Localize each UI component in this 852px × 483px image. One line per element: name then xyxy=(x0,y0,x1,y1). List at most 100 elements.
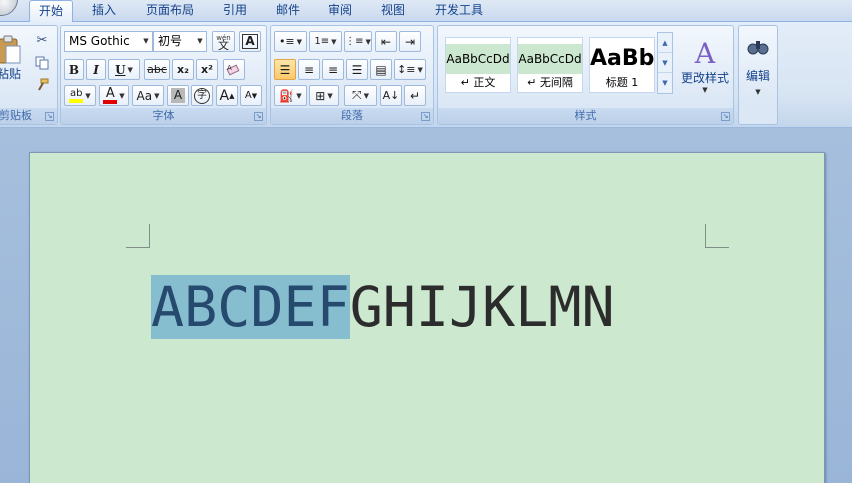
align-center-button[interactable]: ≡ xyxy=(298,59,320,80)
style-no-spacing-sample: AaBbCcDd xyxy=(518,44,582,74)
group-clipboard: 粘贴 ✂ 剪贴板 ↘ xyxy=(0,25,58,125)
chevron-down-icon: ▼ xyxy=(143,37,149,45)
underline-button[interactable]: U ▼ xyxy=(108,59,140,80)
superscript-icon: x² xyxy=(201,63,213,76)
text-highlight-button[interactable]: ab ▼ xyxy=(64,85,96,106)
tab-mailings[interactable]: 邮件 xyxy=(266,0,310,22)
character-shading-button[interactable]: A xyxy=(167,85,189,106)
shrink-arrow-icon: ▼ xyxy=(251,91,258,100)
italic-icon: I xyxy=(93,62,99,77)
bold-button[interactable]: B xyxy=(64,59,84,80)
editing-button[interactable]: 编辑 ▼ xyxy=(741,30,775,102)
strikethrough-button[interactable]: abc xyxy=(144,59,170,80)
tab-home[interactable]: 开始 xyxy=(29,0,73,23)
format-painter-icon xyxy=(38,78,49,90)
styles-dialog-launcher[interactable]: ↘ xyxy=(721,112,730,121)
gallery-down-button[interactable]: ▼ xyxy=(658,53,672,73)
style-no-spacing[interactable]: AaBbCcDd ↵ 无间隔 xyxy=(517,37,583,93)
font-name-combo[interactable]: MS Gothic ▼ xyxy=(64,31,153,52)
italic-button[interactable]: I xyxy=(86,59,106,80)
change-styles-button[interactable]: A 更改样式 ▼ xyxy=(678,30,732,102)
character-shading-icon: A xyxy=(170,88,186,103)
clear-formatting-button[interactable]: A xyxy=(223,59,245,80)
font-size-combo[interactable]: 初号 ▼ xyxy=(153,31,207,52)
copy-button[interactable] xyxy=(31,52,53,73)
tab-references[interactable]: 引用 xyxy=(213,0,257,22)
style-normal[interactable]: AaBbCcDd ↵ 正文 xyxy=(445,37,511,93)
style-no-spacing-name: ↵ 无间隔 xyxy=(527,76,573,89)
align-left-button[interactable]: ☰ xyxy=(274,59,296,80)
tab-view[interactable]: 视图 xyxy=(371,0,415,22)
highlight-color-swatch xyxy=(69,98,84,103)
grow-font-icon: A xyxy=(219,87,230,104)
paint-bucket-icon: ⛽ xyxy=(279,88,295,103)
document-page[interactable]: ABCDEFGHIJKLMN xyxy=(29,152,825,483)
decrease-indent-button[interactable]: ⇤ xyxy=(375,31,397,52)
paste-button[interactable]: 粘贴 xyxy=(0,30,23,86)
binoculars-icon xyxy=(747,40,769,54)
grow-font-button[interactable]: A ▲ xyxy=(216,85,238,106)
multilevel-list-button[interactable]: ⋮≡ ▼ xyxy=(344,31,372,52)
enclose-characters-icon: 字 xyxy=(194,87,210,104)
office-button[interactable] xyxy=(0,0,18,16)
gallery-up-button[interactable]: ▲ xyxy=(658,33,672,53)
increase-indent-icon: ⇥ xyxy=(404,34,416,49)
style-heading-1-sample: AaBb xyxy=(590,44,654,74)
clipboard-dialog-launcher[interactable]: ↘ xyxy=(45,112,54,121)
selected-text[interactable]: ABCDEF xyxy=(151,275,350,339)
font-dialog-launcher[interactable]: ↘ xyxy=(254,112,263,121)
align-right-icon: ≡ xyxy=(327,62,339,77)
chevron-down-icon: ▼ xyxy=(119,91,125,100)
margin-marker-top-right xyxy=(705,224,729,248)
paste-icon xyxy=(0,35,21,63)
tab-insert[interactable]: 插入 xyxy=(82,0,126,22)
change-case-button[interactable]: Aa ▼ xyxy=(132,85,164,106)
group-font: MS Gothic ▼ 初号 ▼ wén 文 A B I U ▼ abc x₂ xyxy=(60,25,267,125)
chevron-down-icon: ▼ xyxy=(127,65,133,74)
tab-page-layout[interactable]: 页面布局 xyxy=(138,0,202,22)
ribbon: 粘贴 ✂ 剪贴板 ↘ MS Gothic ▼ 初号 ▼ wén 文 A B I … xyxy=(0,22,852,128)
shrink-font-button[interactable]: A ▼ xyxy=(240,85,262,106)
document-workspace[interactable]: ABCDEFGHIJKLMN xyxy=(0,129,852,483)
sort-button[interactable]: A↓ xyxy=(380,85,402,106)
tab-review[interactable]: 审阅 xyxy=(318,0,362,22)
shading-button[interactable]: ⛽ ▼ xyxy=(274,85,307,106)
character-border-button[interactable]: A xyxy=(239,31,261,52)
chevron-down-icon: ▼ xyxy=(296,91,302,100)
phonetic-guide-button[interactable]: wén 文 xyxy=(212,31,235,52)
chinese-layout-button[interactable]: ⤧ ▼ xyxy=(344,85,377,106)
superscript-button[interactable]: x² xyxy=(196,59,218,80)
line-spacing-button[interactable]: ↕≡ ▼ xyxy=(394,59,426,80)
enclose-characters-button[interactable]: 字 xyxy=(191,85,213,106)
paragraph-group-label: 段落 xyxy=(271,108,433,124)
subscript-button[interactable]: x₂ xyxy=(172,59,194,80)
unselected-text[interactable]: GHIJKLMN xyxy=(350,275,615,339)
paragraph-mark-icon: ↵ xyxy=(409,88,421,103)
ribbon-tab-bar: 开始 插入 页面布局 引用 邮件 审阅 视图 开发工具 xyxy=(0,0,852,23)
show-marks-button[interactable]: ↵ xyxy=(404,85,426,106)
format-painter-button[interactable] xyxy=(31,74,53,95)
borders-icon: ⊞ xyxy=(315,88,326,103)
align-right-button[interactable]: ≡ xyxy=(322,59,344,80)
document-text[interactable]: ABCDEFGHIJKLMN xyxy=(151,249,615,365)
bullets-button[interactable]: •≡ ▼ xyxy=(274,31,307,52)
justify-button[interactable]: ☰ xyxy=(346,59,368,80)
style-normal-sample: AaBbCcDd xyxy=(446,44,510,74)
distributed-button[interactable]: ▤ xyxy=(370,59,392,80)
chevron-down-icon: ▼ xyxy=(327,91,333,100)
numbering-button[interactable]: 1≡ ▼ xyxy=(309,31,342,52)
style-heading-1[interactable]: AaBb 标题 1 xyxy=(589,37,655,93)
font-color-label: A xyxy=(105,85,115,101)
eraser-icon: A xyxy=(226,64,240,75)
increase-indent-button[interactable]: ⇥ xyxy=(399,31,421,52)
cut-button[interactable]: ✂ xyxy=(31,30,53,51)
change-styles-label: 更改样式 xyxy=(680,70,729,85)
tab-developer[interactable]: 开发工具 xyxy=(425,0,493,22)
chevron-down-icon: ▼ xyxy=(755,87,761,96)
font-color-button[interactable]: A ▼ xyxy=(99,85,129,106)
strikethrough-icon: abc xyxy=(147,63,167,76)
paragraph-dialog-launcher[interactable]: ↘ xyxy=(421,112,430,121)
font-color-swatch xyxy=(103,99,118,104)
gallery-more-button[interactable]: ▼ xyxy=(658,73,672,93)
borders-button[interactable]: ⊞ ▼ xyxy=(309,85,339,106)
